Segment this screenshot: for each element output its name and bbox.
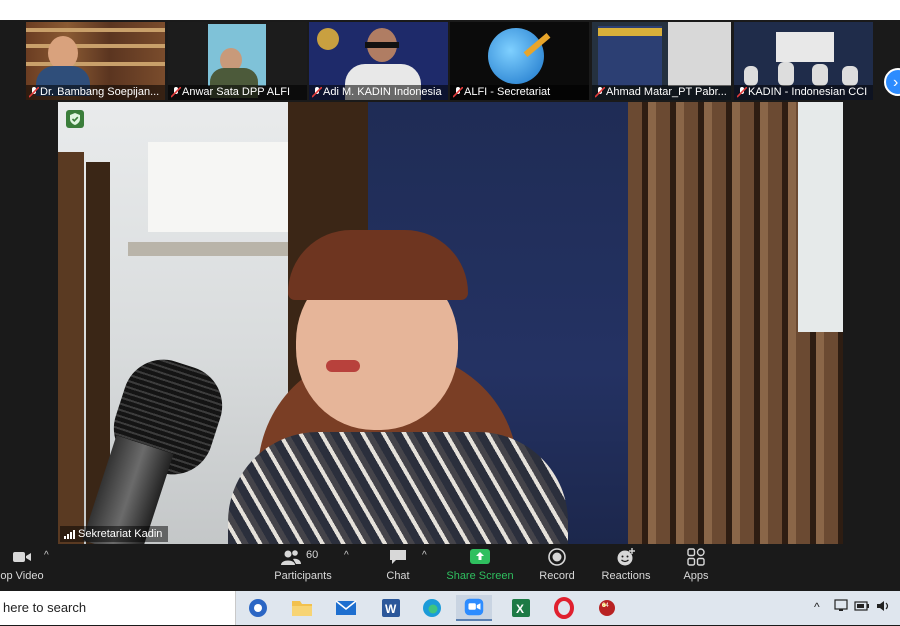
word-icon: W bbox=[382, 599, 400, 617]
chat-options-caret[interactable]: ^ bbox=[422, 550, 427, 561]
meeting-toolbar: op Video ^ 60 Participants ^ Chat ^ Shar… bbox=[0, 544, 900, 591]
video-feed bbox=[58, 102, 843, 544]
gallery-next-button[interactable]: › bbox=[884, 68, 900, 96]
opera-browser-icon bbox=[554, 597, 574, 619]
participant-tile[interactable]: Anwar Sata DPP ALFI bbox=[168, 22, 307, 100]
chevron-right-icon: › bbox=[893, 74, 899, 91]
participant-name: KADIN - Indonesian CCI bbox=[734, 85, 873, 100]
taskbar-app-mail[interactable] bbox=[328, 595, 364, 621]
taskbar-app-file-explorer[interactable] bbox=[284, 595, 320, 621]
mail-icon bbox=[335, 600, 357, 615]
participant-tile[interactable]: Adi M. KADIN Indonesia bbox=[309, 22, 448, 100]
svg-text:X: X bbox=[516, 602, 524, 616]
taskbar-app-game[interactable]: 64 bbox=[590, 595, 626, 621]
mic-muted-icon bbox=[312, 87, 322, 98]
participants-icon-group: 60 bbox=[278, 548, 328, 566]
chat-label: Chat bbox=[386, 570, 410, 582]
participant-name: Adi M. KADIN Indonesia bbox=[309, 85, 448, 100]
search-placeholder: here to search bbox=[3, 600, 87, 615]
participants-count: 60 bbox=[306, 549, 319, 561]
taskbar-app-chat[interactable] bbox=[240, 595, 276, 621]
reactions-label: Reactions bbox=[601, 570, 651, 582]
taskbar-app-edge[interactable] bbox=[414, 595, 450, 621]
mic-muted-icon bbox=[737, 87, 747, 98]
participant-name: Ahmad Matar_PT Pabr... bbox=[592, 85, 731, 100]
window-top-strip bbox=[0, 0, 900, 20]
volume-icon[interactable] bbox=[875, 599, 891, 613]
record-label: Record bbox=[539, 570, 575, 582]
participant-tile[interactable]: Dr. Bambang Soepijan... bbox=[26, 22, 165, 100]
participants-options-caret[interactable]: ^ bbox=[344, 550, 349, 561]
gallery-strip: Dr. Bambang Soepijan... Anwar Sata DPP A… bbox=[0, 20, 900, 102]
mic-muted-icon bbox=[453, 87, 463, 98]
chat-bubble-icon bbox=[390, 550, 406, 564]
chat-button[interactable]: Chat bbox=[380, 548, 416, 582]
record-button[interactable]: Record bbox=[534, 548, 580, 582]
share-screen-button[interactable]: Share Screen bbox=[444, 548, 516, 582]
apps-button[interactable]: Apps bbox=[678, 548, 714, 582]
video-camera-icon bbox=[13, 552, 31, 562]
teams-chat-icon bbox=[249, 599, 267, 617]
speaker-label: Sekretariat Kadin bbox=[60, 526, 169, 542]
apps-icon bbox=[687, 548, 705, 566]
reactions-button[interactable]: Reactions bbox=[598, 548, 654, 582]
mic-muted-icon bbox=[171, 87, 181, 98]
taskbar-search-box[interactable]: here to search bbox=[0, 591, 236, 625]
svg-text:W: W bbox=[385, 602, 397, 616]
signal-bars-icon bbox=[64, 530, 75, 539]
share-screen-label: Share Screen bbox=[446, 570, 514, 582]
participants-button[interactable]: 60 Participants bbox=[268, 548, 338, 582]
stop-video-label: op Video bbox=[0, 570, 44, 582]
reaction-smiley-icon bbox=[617, 548, 635, 566]
battery-icon[interactable] bbox=[854, 600, 870, 612]
stop-video-button[interactable]: op Video bbox=[0, 548, 44, 582]
zoom-app-icon bbox=[464, 598, 484, 616]
participants-icon bbox=[281, 550, 301, 565]
participant-name: ALFI - Secretariat bbox=[450, 85, 589, 100]
folder-icon bbox=[292, 601, 312, 616]
network-icon[interactable] bbox=[834, 599, 850, 613]
windows-taskbar: here to search W X 64 ^ bbox=[0, 591, 900, 625]
app-badge: 64 bbox=[602, 603, 609, 609]
active-speaker-video: Sekretariat Kadin bbox=[58, 102, 843, 544]
edge-browser-icon bbox=[423, 599, 441, 617]
taskbar-app-opera[interactable] bbox=[546, 595, 582, 621]
participant-name: Anwar Sata DPP ALFI bbox=[168, 85, 307, 100]
share-screen-icon bbox=[470, 549, 490, 564]
excel-icon: X bbox=[512, 599, 530, 617]
apps-label: Apps bbox=[683, 570, 709, 582]
speaker-name: Sekretariat Kadin bbox=[78, 528, 163, 540]
participant-tile[interactable]: ALFI - Secretariat bbox=[450, 22, 589, 100]
participant-name: Dr. Bambang Soepijan... bbox=[26, 85, 165, 100]
taskbar-app-excel[interactable]: X bbox=[502, 595, 538, 621]
encryption-shield-icon[interactable] bbox=[66, 110, 84, 128]
participant-tile[interactable]: KADIN - Indonesian CCI bbox=[734, 22, 873, 100]
participants-label: Participants bbox=[274, 570, 332, 582]
tray-expand-icon[interactable]: ^ bbox=[814, 600, 820, 614]
record-icon bbox=[548, 548, 566, 566]
mic-muted-icon bbox=[595, 87, 605, 98]
taskbar-app-word[interactable]: W bbox=[372, 595, 408, 621]
participant-tile[interactable]: Ahmad Matar_PT Pabr... bbox=[592, 22, 731, 100]
video-options-caret[interactable]: ^ bbox=[44, 550, 49, 561]
mic-muted-icon bbox=[29, 87, 39, 98]
taskbar-app-zoom[interactable] bbox=[456, 595, 492, 621]
